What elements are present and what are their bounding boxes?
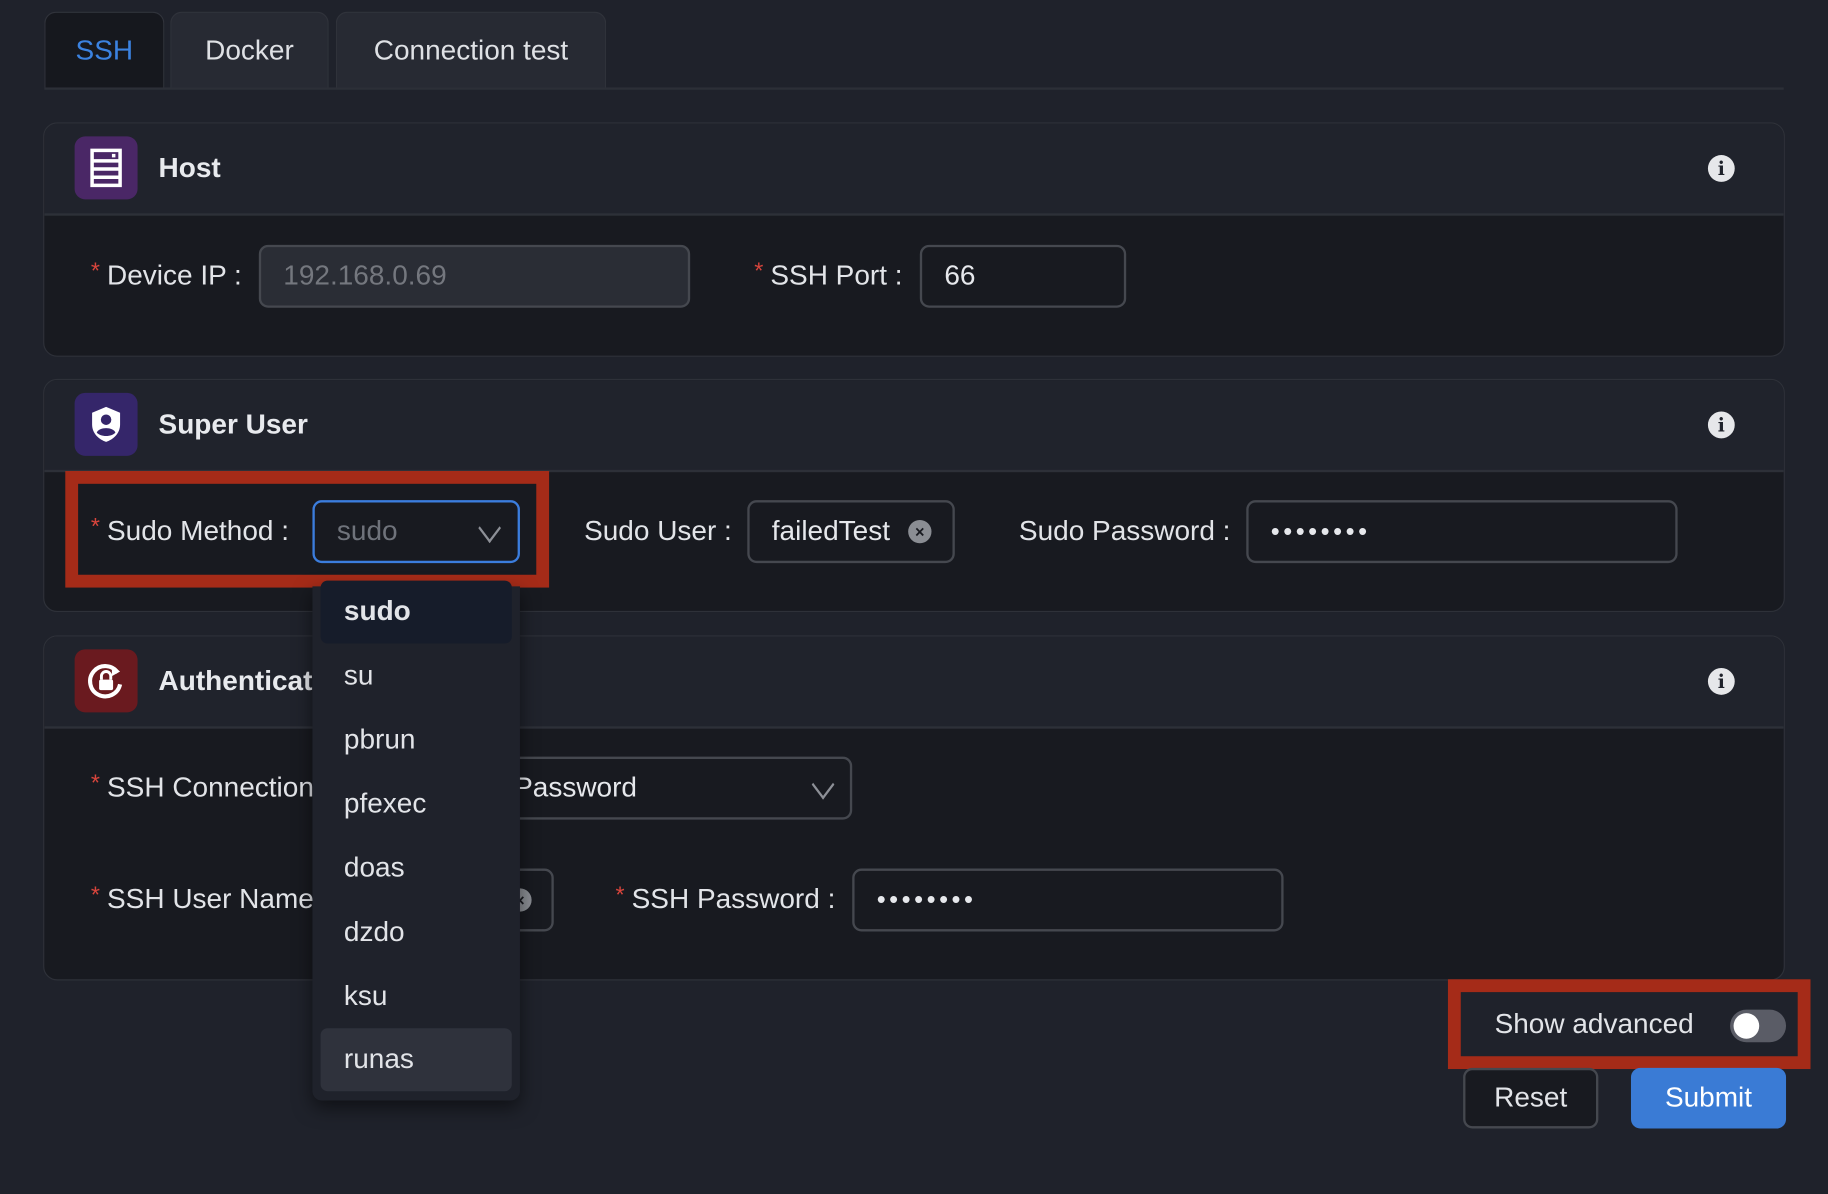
tab-docker[interactable]: Docker	[170, 11, 329, 89]
option-su[interactable]: su	[321, 645, 512, 708]
option-ksu[interactable]: ksu	[321, 965, 512, 1028]
device-ip-input[interactable]: 192.168.0.69	[258, 244, 691, 308]
ssh-password-input[interactable]: ••••••••	[852, 868, 1284, 932]
chevron-down-icon	[811, 769, 835, 800]
reset-button[interactable]: Reset	[1463, 1067, 1599, 1129]
server-icon	[74, 136, 138, 200]
option-sudo[interactable]: sudo	[320, 580, 512, 644]
option-doas[interactable]: doas	[321, 837, 512, 900]
sudo-password-input[interactable]: ••••••••	[1246, 500, 1678, 564]
tab-ssh[interactable]: SSH	[44, 11, 165, 89]
super-user-panel-header: Super User i	[44, 380, 1784, 473]
ssh-port-label: * SSH Port :	[754, 258, 903, 292]
submit-button[interactable]: Submit	[1630, 1067, 1787, 1129]
option-pfexec[interactable]: pfexec	[321, 773, 512, 836]
info-icon[interactable]: i	[1707, 155, 1735, 182]
ssh-password-label: * SSH Password :	[615, 882, 836, 916]
ssh-user-name-label: * SSH User Name	[90, 882, 314, 916]
option-dzdo[interactable]: dzdo	[321, 901, 512, 964]
sudo-method-dropdown: sudo su pbrun pfexec doas dzdo ksu runas	[312, 580, 520, 1101]
host-panel-header: Host i	[44, 123, 1784, 216]
tab-bar-divider	[44, 87, 1784, 90]
lock-rotate-icon	[74, 649, 138, 713]
option-pbrun[interactable]: pbrun	[321, 709, 512, 772]
host-title: Host	[158, 152, 221, 185]
sudo-password-label: Sudo Password :	[1018, 515, 1231, 547]
ssh-port-input[interactable]: 66	[919, 244, 1127, 308]
info-icon[interactable]: i	[1707, 411, 1735, 439]
host-panel: Host i	[43, 122, 1785, 357]
ssh-connection-label: * SSH Connection	[90, 770, 314, 804]
clear-icon[interactable]: ×	[908, 519, 932, 544]
highlight-box-sudo-method	[65, 470, 550, 588]
ssh-connection-select[interactable]: Password	[489, 756, 853, 820]
tab-connection-test[interactable]: Connection test	[335, 11, 607, 89]
ssh-settings-form: SSH Docker Connection test Host i * Devic…	[0, 0, 1828, 1194]
shield-user-icon	[74, 392, 138, 456]
info-icon[interactable]: i	[1707, 668, 1735, 695]
highlight-box-show-advanced	[1447, 979, 1811, 1070]
sudo-user-label: Sudo User :	[584, 515, 732, 547]
super-user-title: Super User	[158, 409, 308, 441]
device-ip-label: * Device IP :	[90, 258, 242, 292]
sudo-user-input[interactable]: failedTest ×	[747, 500, 955, 564]
option-runas[interactable]: runas	[320, 1028, 512, 1092]
authentication-panel-header: Authentication i	[44, 636, 1784, 729]
